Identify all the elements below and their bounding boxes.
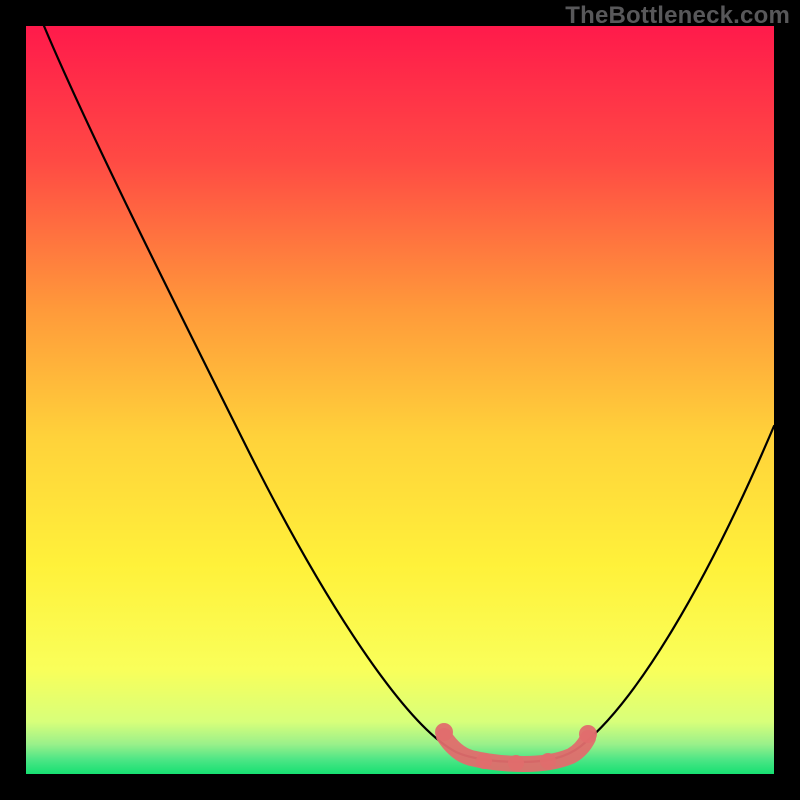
- heatmap-background: [26, 26, 774, 774]
- watermark-label: TheBottleneck.com: [565, 2, 790, 30]
- bottleneck-chart: [26, 26, 774, 774]
- chart-frame: { "watermark": "TheBottleneck.com", "col…: [0, 0, 800, 800]
